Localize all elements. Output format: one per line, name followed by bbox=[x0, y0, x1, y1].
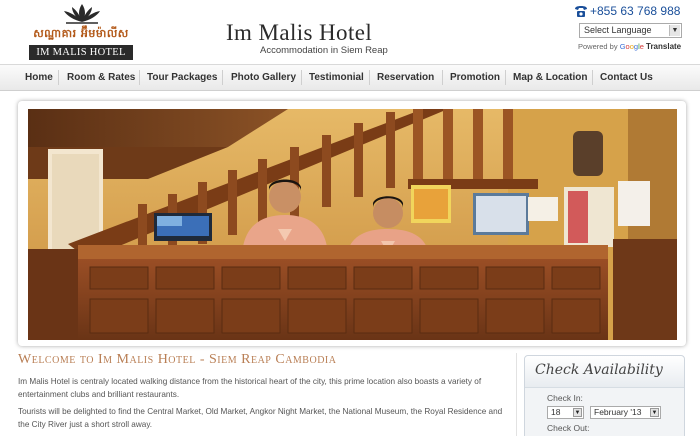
check-in-day-select[interactable]: 18 ▼ bbox=[547, 406, 584, 419]
nav-separator bbox=[592, 70, 593, 85]
availability-title: Check Availability bbox=[535, 362, 663, 378]
nav-separator bbox=[505, 70, 506, 85]
site-tagline: Accommodation in Siem Reap bbox=[260, 45, 388, 56]
nav-item-photo-gallery[interactable]: Photo Gallery bbox=[231, 65, 296, 90]
nav-item-map-location[interactable]: Map & Location bbox=[513, 65, 587, 90]
phone-icon bbox=[575, 5, 587, 17]
check-out-label: Check Out: bbox=[547, 423, 590, 433]
logo-english-text: IM MALIS HOTEL bbox=[29, 45, 133, 60]
check-in-label: Check In: bbox=[547, 393, 583, 403]
chevron-down-icon: ▼ bbox=[650, 408, 659, 417]
google-translate-credit[interactable]: Powered by Google Translate bbox=[578, 42, 681, 51]
chevron-down-icon: ▼ bbox=[669, 25, 680, 36]
nav-item-tour-packages[interactable]: Tour Packages bbox=[147, 65, 217, 90]
language-select[interactable]: Select Language ▼ bbox=[579, 23, 682, 38]
nav-separator bbox=[222, 70, 223, 85]
nav-separator bbox=[369, 70, 370, 85]
powered-by-text: Powered by bbox=[578, 42, 618, 51]
nav-item-reservation[interactable]: Reservation bbox=[377, 65, 434, 90]
welcome-title: Welcome to Im Malis Hotel - Siem Reap Ca… bbox=[18, 352, 337, 367]
language-select-value: Select Language bbox=[584, 25, 652, 35]
check-in-month-value: February '13 bbox=[594, 407, 642, 417]
lotus-logo-icon bbox=[64, 4, 100, 24]
hero-image bbox=[28, 109, 677, 340]
hotel-logo[interactable]: សណ្ឋាគារ អ៊ឹមម៉ាលីស IM MALIS HOTEL bbox=[26, 2, 136, 62]
google-letter: e bbox=[639, 42, 644, 51]
nav-item-contact-us[interactable]: Contact Us bbox=[600, 65, 653, 90]
page: សណ្ឋាគារ អ៊ឹមម៉ាលីស IM MALIS HOTEL Im Ma… bbox=[0, 0, 700, 436]
nav-item-home[interactable]: Home bbox=[25, 65, 53, 90]
column-divider bbox=[516, 353, 517, 436]
reception-photo bbox=[28, 109, 677, 340]
welcome-paragraph: Tourists will be delighted to find the C… bbox=[18, 407, 503, 429]
translate-text: Translate bbox=[646, 42, 682, 51]
check-availability-widget: Check Availability Check In: 18 ▼ Februa… bbox=[524, 355, 685, 436]
header: សណ្ឋាគារ អ៊ឹមម៉ាលីស IM MALIS HOTEL Im Ma… bbox=[0, 0, 700, 64]
check-in-day-value: 18 bbox=[551, 407, 561, 417]
welcome-paragraph: Im Malis Hotel is centraly located walki… bbox=[18, 377, 482, 399]
check-in-month-select[interactable]: February '13 ▼ bbox=[590, 406, 661, 419]
availability-form: Check In: 18 ▼ February '13 ▼ Check Out: bbox=[525, 388, 684, 436]
nav-separator bbox=[301, 70, 302, 85]
nav-item-testimonial[interactable]: Testimonial bbox=[309, 65, 364, 90]
main-nav: Home Room & Rates Tour Packages Photo Ga… bbox=[0, 64, 700, 91]
chevron-down-icon: ▼ bbox=[573, 408, 582, 417]
nav-item-promotion[interactable]: Promotion bbox=[450, 65, 500, 90]
availability-header: Check Availability bbox=[525, 356, 684, 388]
nav-separator bbox=[442, 70, 443, 85]
hero-frame bbox=[18, 101, 686, 346]
phone-number[interactable]: +855 63 768 988 bbox=[574, 4, 680, 18]
nav-item-room-rates[interactable]: Room & Rates bbox=[67, 65, 135, 90]
site-title: Im Malis Hotel bbox=[226, 20, 373, 45]
nav-separator bbox=[139, 70, 140, 85]
nav-separator bbox=[58, 70, 59, 85]
phone-number-text: +855 63 768 988 bbox=[590, 4, 681, 18]
logo-khmer-text: សណ្ឋាគារ អ៊ឹមម៉ាលីស bbox=[33, 27, 129, 40]
